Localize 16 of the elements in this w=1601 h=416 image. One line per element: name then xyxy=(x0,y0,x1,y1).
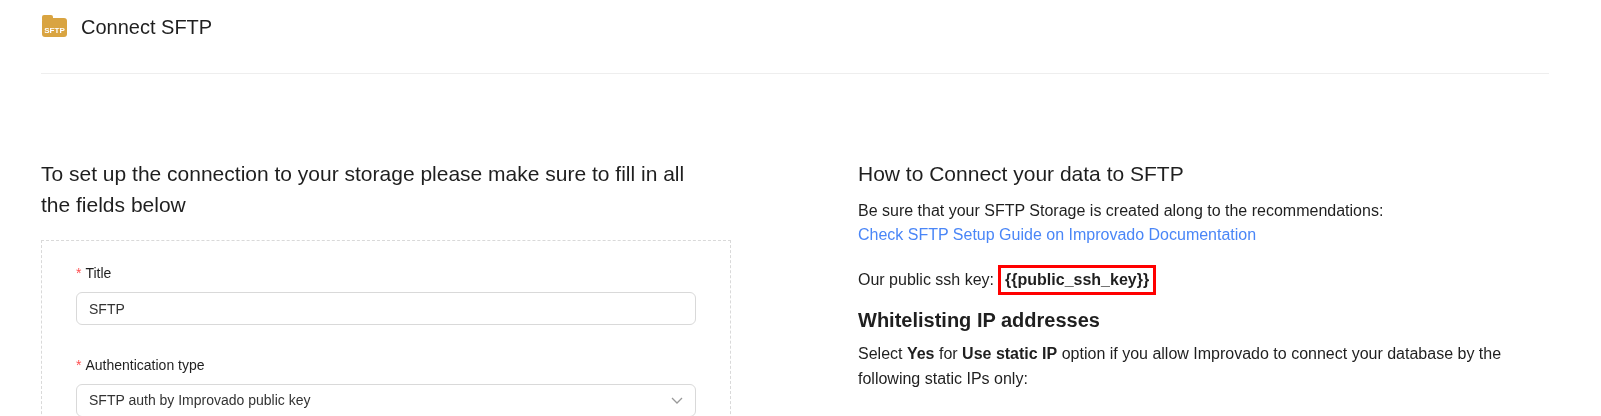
help-paragraph: Be sure that your SFTP Storage is created along to the recommendations: Check SFTP Setup Guide on Improvado Documentation xyxy=(858,201,1385,245)
page-title: Connect SFTP xyxy=(81,15,213,40)
ssh-key-label: Our public ssh key: xyxy=(858,270,995,290)
ssh-key-value: {{public_ssh_key}} xyxy=(998,265,1157,295)
folder-icon: SFTP xyxy=(42,17,67,37)
required-mark: * xyxy=(76,266,82,280)
input-field[interactable]: SFTP xyxy=(76,292,696,325)
whitelist-paragraph: Select Yes for Use static IP option if you allow Improvado to connect your database by the following static IPs only: xyxy=(858,344,1503,389)
documentation-link[interactable]: Check SFTP Setup Guide on Improvado Documentation xyxy=(858,226,1257,243)
form-heading: To set up the connection to your storage please make sure to fill in all the fields below xyxy=(41,161,686,218)
field-label: Title xyxy=(85,264,112,283)
whitelist-heading: Whitelisting IP addresses xyxy=(858,308,1101,333)
chevron-icon xyxy=(671,396,683,405)
required-mark: * xyxy=(76,358,82,372)
help-heading: How to Connect your data to SFTP xyxy=(858,161,1185,187)
field-label: Authentication type xyxy=(85,356,205,375)
